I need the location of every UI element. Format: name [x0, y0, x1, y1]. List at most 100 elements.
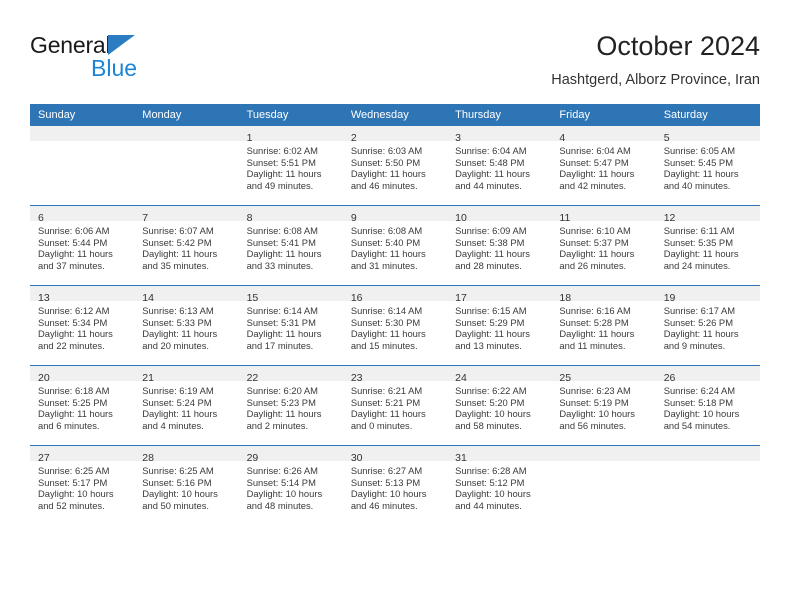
- calendar-day-cell[interactable]: 30 Sunrise: 6:27 AM Sunset: 5:13 PM Dayligh…: [342, 445, 448, 525]
- calendar-body: 1 Sunrise: 6:02 AM Sunset: 5:51 PM Daylight…: [30, 126, 760, 525]
- day-sun-info: Sunrise: 6:25 AM Sunset: 5:17 PM Daylight:…: [30, 461, 134, 511]
- calendar-day-cell[interactable]: 2 Sunrise: 6:03 AM Sunset: 5:50 PM Daylight…: [342, 126, 448, 206]
- daylight-text-line2: and 56 minutes.: [559, 419, 627, 431]
- sunset-text: Sunset: 5:45 PM: [663, 156, 733, 168]
- daylight-text-line1: Daylight: 11 hours: [38, 328, 113, 340]
- daylight-text-line1: Daylight: 11 hours: [246, 168, 322, 180]
- day-number-band: 20: [30, 366, 135, 384]
- daylight-text-line2: and 50 minutes.: [142, 499, 209, 511]
- calendar-day-cell[interactable]: 19 Sunrise: 6:17 AM Sunset: 5:26 PM Dayligh…: [655, 285, 760, 366]
- daylight-text-line2: and 13 minutes.: [455, 339, 522, 351]
- calendar-day-cell[interactable]: 25 Sunrise: 6:23 AM Sunset: 5:19 PM Dayligh…: [551, 365, 656, 446]
- day-cell-content: 25 Sunrise: 6:23 AM Sunset: 5:19 PM Dayligh…: [551, 366, 656, 445]
- day-number-band: 6: [30, 206, 135, 224]
- calendar-day-cell[interactable]: 31 Sunrise: 6:28 AM Sunset: 5:12 PM Dayligh…: [447, 445, 552, 525]
- calendar-week-row: 6 Sunrise: 6:06 AM Sunset: 5:44 PM Daylight…: [30, 205, 760, 286]
- day-sun-info: Sunrise: 6:02 AM Sunset: 5:51 PM Daylight:…: [239, 141, 343, 191]
- calendar-day-cell[interactable]: 28 Sunrise: 6:25 AM Sunset: 5:16 PM Dayligh…: [134, 445, 239, 525]
- day-cell-content: 15 Sunrise: 6:14 AM Sunset: 5:31 PM Dayligh…: [238, 286, 343, 365]
- day-cell-content: 30 Sunrise: 6:27 AM Sunset: 5:13 PM Dayligh…: [342, 446, 448, 525]
- calendar-day-cell[interactable]: 6 Sunrise: 6:06 AM Sunset: 5:44 PM Daylight…: [30, 205, 135, 286]
- day-cell-content: 31 Sunrise: 6:28 AM Sunset: 5:12 PM Dayligh…: [447, 446, 552, 525]
- daylight-text-line2: and 44 minutes.: [455, 179, 522, 191]
- calendar-day-cell[interactable]: 18 Sunrise: 6:16 AM Sunset: 5:28 PM Dayligh…: [551, 285, 656, 366]
- calendar-day-cell[interactable]: 15 Sunrise: 6:14 AM Sunset: 5:31 PM Dayligh…: [238, 285, 343, 366]
- day-number-band: 17: [447, 286, 552, 304]
- daylight-text-line1: Daylight: 10 hours: [455, 408, 531, 420]
- day-number-band: [30, 126, 135, 141]
- calendar-day-cell[interactable]: 8 Sunrise: 6:08 AM Sunset: 5:41 PM Daylight…: [238, 205, 343, 286]
- daylight-text-line1: Daylight: 11 hours: [455, 168, 530, 180]
- day-number-band: 5: [655, 126, 760, 144]
- day-sun-info: Sunrise: 6:21 AM Sunset: 5:21 PM Daylight:…: [343, 381, 447, 431]
- daylight-text-line2: and 58 minutes.: [455, 419, 522, 431]
- calendar-day-cell[interactable]: 16 Sunrise: 6:14 AM Sunset: 5:30 PM Dayligh…: [342, 285, 448, 366]
- sunset-text: Sunset: 5:20 PM: [455, 396, 525, 408]
- daylight-text-line2: and 54 minutes.: [663, 419, 731, 431]
- sunset-text: Sunset: 5:37 PM: [559, 236, 629, 248]
- day-number: 12: [663, 212, 676, 224]
- sunrise-text: Sunrise: 6:12 AM: [38, 305, 110, 316]
- calendar-page: General Blue October 2024 Hashtgerd, Alb…: [0, 0, 792, 612]
- calendar-day-cell[interactable]: 23 Sunrise: 6:21 AM Sunset: 5:21 PM Dayligh…: [342, 365, 448, 446]
- calendar-day-cell[interactable]: 24 Sunrise: 6:22 AM Sunset: 5:20 PM Dayligh…: [447, 365, 552, 446]
- calendar-day-cell[interactable]: 3 Sunrise: 6:04 AM Sunset: 5:48 PM Daylight…: [447, 126, 552, 206]
- calendar-day-cell[interactable]: 29 Sunrise: 6:26 AM Sunset: 5:14 PM Dayligh…: [238, 445, 343, 525]
- weekday-header-tuesday: Tuesday: [238, 104, 343, 126]
- calendar-day-cell[interactable]: 7 Sunrise: 6:07 AM Sunset: 5:42 PM Daylight…: [134, 205, 239, 286]
- sunset-text: Sunset: 5:44 PM: [38, 236, 108, 248]
- sunrise-text: Sunrise: 6:10 AM: [559, 225, 631, 236]
- daylight-text-line2: and 26 minutes.: [559, 259, 627, 271]
- day-number: 10: [455, 212, 467, 224]
- calendar-day-cell[interactable]: 20 Sunrise: 6:18 AM Sunset: 5:25 PM Dayligh…: [30, 365, 135, 446]
- day-number-band: 29: [238, 446, 343, 464]
- sunset-text: Sunset: 5:16 PM: [142, 476, 212, 488]
- day-cell-content: 4 Sunrise: 6:04 AM Sunset: 5:47 PM Daylight…: [551, 126, 656, 205]
- calendar-day-cell[interactable]: 13 Sunrise: 6:12 AM Sunset: 5:34 PM Dayligh…: [30, 285, 135, 366]
- calendar-day-cell[interactable]: 22 Sunrise: 6:20 AM Sunset: 5:23 PM Dayligh…: [238, 365, 343, 446]
- daylight-text-line1: Daylight: 10 hours: [142, 488, 218, 500]
- calendar-day-cell[interactable]: 14 Sunrise: 6:13 AM Sunset: 5:33 PM Dayligh…: [134, 285, 239, 366]
- calendar-day-cell[interactable]: 1 Sunrise: 6:02 AM Sunset: 5:51 PM Daylight…: [238, 126, 343, 206]
- logo-triangle-icon: [108, 35, 135, 55]
- sunset-text: Sunset: 5:13 PM: [350, 476, 421, 488]
- day-number-band: 16: [342, 286, 448, 304]
- calendar-day-cell[interactable]: 26 Sunrise: 6:24 AM Sunset: 5:18 PM Dayligh…: [655, 365, 760, 446]
- calendar-day-cell[interactable]: 5 Sunrise: 6:05 AM Sunset: 5:45 PM Daylight…: [655, 126, 760, 206]
- sunset-text: Sunset: 5:19 PM: [559, 396, 629, 408]
- day-cell-content: 3 Sunrise: 6:04 AM Sunset: 5:48 PM Daylight…: [447, 126, 552, 205]
- calendar-day-cell[interactable]: 21 Sunrise: 6:19 AM Sunset: 5:24 PM Dayligh…: [134, 365, 239, 446]
- sunset-text: Sunset: 5:28 PM: [559, 316, 629, 328]
- calendar-day-cell[interactable]: 12 Sunrise: 6:11 AM Sunset: 5:35 PM Dayligh…: [655, 205, 760, 286]
- daylight-text-line1: Daylight: 11 hours: [142, 408, 218, 420]
- sunrise-text: Sunrise: 6:21 AM: [350, 385, 423, 396]
- calendar-day-cell-empty: [655, 445, 760, 525]
- sunrise-text: Sunrise: 6:25 AM: [38, 465, 110, 476]
- day-sun-info: Sunrise: 6:04 AM Sunset: 5:47 PM Daylight:…: [551, 141, 655, 191]
- calendar-day-cell[interactable]: 27 Sunrise: 6:25 AM Sunset: 5:17 PM Dayligh…: [30, 445, 135, 525]
- title-block: October 2024 Hashtgerd, Alborz Province,…: [551, 30, 760, 90]
- day-cell-content: 21 Sunrise: 6:19 AM Sunset: 5:24 PM Dayligh…: [134, 366, 239, 445]
- calendar-day-cell[interactable]: 9 Sunrise: 6:08 AM Sunset: 5:40 PM Daylight…: [342, 205, 448, 286]
- daylight-text-line1: Daylight: 11 hours: [246, 248, 322, 260]
- calendar-day-cell[interactable]: 17 Sunrise: 6:15 AM Sunset: 5:29 PM Dayligh…: [447, 285, 552, 366]
- day-sun-info: Sunrise: 6:28 AM Sunset: 5:12 PM Daylight:…: [447, 461, 551, 511]
- day-number: 29: [246, 452, 259, 464]
- day-number: 25: [559, 372, 572, 384]
- day-cell-content: 17 Sunrise: 6:15 AM Sunset: 5:29 PM Dayligh…: [447, 286, 552, 365]
- calendar-day-cell[interactable]: 11 Sunrise: 6:10 AM Sunset: 5:37 PM Dayligh…: [551, 205, 656, 286]
- calendar-day-cell[interactable]: 4 Sunrise: 6:04 AM Sunset: 5:47 PM Daylight…: [551, 126, 656, 206]
- day-number-band: 19: [655, 286, 760, 304]
- sunrise-text: Sunrise: 6:16 AM: [559, 305, 631, 316]
- sunrise-text: Sunrise: 6:06 AM: [38, 225, 110, 236]
- day-sun-info: Sunrise: 6:15 AM Sunset: 5:29 PM Daylight:…: [447, 301, 551, 351]
- day-number: 7: [142, 212, 149, 224]
- day-sun-info: Sunrise: 6:06 AM Sunset: 5:44 PM Daylight:…: [30, 221, 134, 271]
- sunset-text: Sunset: 5:17 PM: [38, 476, 108, 488]
- daylight-text-line2: and 15 minutes.: [350, 339, 418, 351]
- day-sun-info: Sunrise: 6:08 AM Sunset: 5:40 PM Daylight:…: [343, 221, 447, 271]
- sunset-text: Sunset: 5:18 PM: [663, 396, 733, 408]
- calendar-day-cell[interactable]: 10 Sunrise: 6:09 AM Sunset: 5:38 PM Dayligh…: [447, 205, 552, 286]
- day-number: 11: [559, 212, 571, 224]
- day-number: 28: [142, 452, 154, 464]
